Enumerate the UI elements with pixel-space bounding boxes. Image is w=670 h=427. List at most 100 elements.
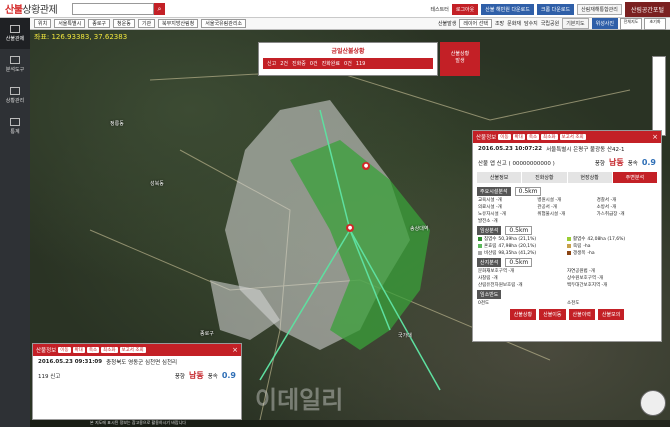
- toggle-line2: 발생: [455, 58, 465, 64]
- disaster-mgmt-button[interactable]: 산림재해통합관리: [577, 3, 622, 15]
- mountain-item: 산림유전자원보호림 -개: [478, 283, 523, 288]
- chk-view[interactable]: 조망: [495, 20, 504, 27]
- facility-grid: 교육시설 -개 병원시설 -개 경찰서 -개 의료시설 -개 관공서 -개 소방…: [473, 197, 661, 224]
- fire-history-button[interactable]: 산불이력: [568, 309, 595, 320]
- status-ongoing-value: 0건: [309, 61, 318, 67]
- layer-select[interactable]: 레이어 선택: [459, 19, 492, 28]
- watermark: 이데일리: [255, 386, 344, 414]
- forest-item: 죽림 -ha: [567, 243, 656, 249]
- zoom-in-button[interactable]: 확대: [512, 134, 525, 140]
- facility-radius[interactable]: 0.5km: [514, 187, 542, 196]
- chk-heritage[interactable]: 문화재: [507, 20, 521, 27]
- region-select-1[interactable]: 서울특별시: [54, 19, 86, 28]
- bottom-title: 산불정보: [36, 348, 57, 354]
- chk-park[interactable]: 국립공원: [541, 20, 559, 27]
- zoom-out-button[interactable]: 축소: [526, 134, 540, 140]
- fire-move-button[interactable]: 산불이동: [539, 309, 566, 320]
- map-label: 성북동: [150, 181, 164, 187]
- sidebar-item-status[interactable]: 상황관리: [0, 80, 30, 111]
- region-select-2[interactable]: 종로구: [88, 19, 111, 28]
- download-fire-button[interactable]: 산불 해빈원 다운로드: [481, 3, 534, 15]
- sidebar-item-analysis[interactable]: 분석도구: [0, 49, 30, 80]
- report-button[interactable]: 보고서 조회: [119, 347, 146, 353]
- dir-label: 풍향: [594, 160, 605, 167]
- forest-name: 혼효림: [484, 244, 497, 249]
- facility-item: 위험물시설 -개: [537, 212, 566, 217]
- facility-item: 경찰서 -개: [596, 198, 617, 203]
- office-select-2[interactable]: 서울국유림관리소: [201, 19, 247, 28]
- fire-simulation-button[interactable]: 산불모의: [597, 309, 625, 320]
- speed-value: 0.9: [641, 158, 656, 167]
- toggle-line1: 산불상황: [450, 51, 470, 57]
- sidebar-item-fire-control[interactable]: 산불관제: [0, 18, 30, 49]
- forest-item: 비산림 98,35ha (41,2%): [478, 250, 567, 256]
- full-map-button[interactable]: 전체지도: [620, 18, 642, 30]
- close-icon[interactable]: ×: [232, 346, 238, 354]
- zoom-slider[interactable]: [652, 56, 666, 136]
- forest-radius[interactable]: 0.5km: [505, 226, 533, 235]
- minimize-button[interactable]: 최소화: [101, 347, 118, 353]
- basic-map-button[interactable]: 기본지도: [562, 18, 589, 29]
- forest-name: 갱생목: [573, 251, 586, 256]
- monitor-icon: [10, 25, 20, 33]
- today-fire-status: 금일산불상황 신고 2건 진화중 0건 진화완료 0건 119: [258, 42, 438, 76]
- mountain-radius[interactable]: 0.5km: [505, 258, 533, 267]
- search-icon[interactable]: ⌕: [154, 2, 165, 15]
- tab-surroundings[interactable]: 주변분석: [612, 172, 657, 183]
- move-button[interactable]: 이동: [58, 347, 71, 353]
- speed-value: 0.9: [221, 371, 236, 380]
- fire-status-toggle[interactable]: 산불상황 발생: [440, 42, 480, 76]
- close-icon[interactable]: ×: [652, 133, 658, 141]
- detail-address: 서울특별시 은평구 불광동 산42-1: [546, 147, 625, 153]
- facility-item: 노유자시설 -개: [478, 212, 506, 217]
- sidebar-item-stats[interactable]: 통계: [0, 111, 30, 142]
- speed-label: 풍속: [627, 160, 638, 167]
- satellite-button[interactable]: 위성사진: [591, 18, 618, 29]
- legend-swatch: [478, 237, 482, 241]
- tab-site[interactable]: 현장상황: [567, 172, 612, 183]
- compass-icon[interactable]: [640, 390, 666, 416]
- zoom-in-button[interactable]: 확대: [72, 347, 85, 353]
- slope-item: 소천도: [567, 301, 580, 306]
- sidebar-label: 통계: [10, 129, 20, 135]
- chk-water[interactable]: 담수지: [524, 20, 538, 27]
- fire-marker-icon[interactable]: ●: [362, 162, 370, 170]
- sidebar-label: 분석도구: [5, 67, 25, 73]
- tester-label: 테스트터: [430, 6, 449, 13]
- location-bar: 위치 서울특별시 종로구 청운동 기관 북부지방산림청 서울국유림관리소 산불발…: [30, 18, 670, 30]
- zoom-out-button[interactable]: 축소: [86, 347, 100, 353]
- tab-fire-info[interactable]: 산불정보: [477, 172, 522, 183]
- sidebar-label: 상황관리: [5, 98, 25, 104]
- fire-info-panel-2: 산불정보 이동 확대 축소 최소화 보고서 조회 × 2016.05.23 09…: [32, 343, 242, 420]
- status-done-value: 0건: [344, 61, 352, 67]
- search-input[interactable]: [72, 2, 154, 15]
- forest-value: -ha: [587, 250, 595, 256]
- detail-title: 산불정보: [476, 135, 497, 141]
- speed-label: 풍속: [207, 373, 218, 380]
- fire-marker-icon[interactable]: ●: [346, 224, 354, 232]
- mountain-item: 사찰림 -개: [478, 276, 498, 281]
- report-button[interactable]: 보고서 조회: [559, 134, 586, 140]
- office-select-1[interactable]: 북부지방산림청: [158, 19, 199, 28]
- detail-line: 산불 앱 신고 ( 00000000000 ) 풍향 남동 풍속 0.9: [473, 155, 661, 170]
- minimize-button[interactable]: 최소화: [541, 134, 558, 140]
- forest-value: 47,98ha (20,1%): [498, 243, 537, 249]
- region-label: 위치: [34, 19, 52, 28]
- move-button[interactable]: 이동: [498, 134, 511, 140]
- facility-item: 발전소 -개: [478, 219, 498, 224]
- region-select-3[interactable]: 청운동: [113, 19, 135, 28]
- mountain-item: 문화재보호구역 -개: [478, 269, 515, 274]
- download-chrome-button[interactable]: 크롬 다운로드: [536, 3, 575, 15]
- reset-button[interactable]: 초기화: [644, 18, 666, 30]
- facility-item: 관공서 -개: [537, 205, 557, 210]
- legend-swatch: [567, 237, 571, 241]
- app-logo[interactable]: 산불상황관제: [0, 1, 68, 16]
- logout-button[interactable]: 로그아웃: [451, 3, 479, 15]
- forest-portal-button[interactable]: 산림공간포털: [624, 1, 670, 17]
- dir-value: 남동: [188, 371, 204, 380]
- detail-header: 산불정보 이동 확대 축소 최소화 보고서 조회 ×: [473, 131, 661, 143]
- forest-item: 갱생목 -ha: [567, 250, 656, 256]
- fire-status-button[interactable]: 산불상황: [509, 309, 537, 320]
- forest-value: 98,35ha (41,2%): [498, 250, 537, 256]
- tab-suppression[interactable]: 진화상황: [522, 172, 567, 183]
